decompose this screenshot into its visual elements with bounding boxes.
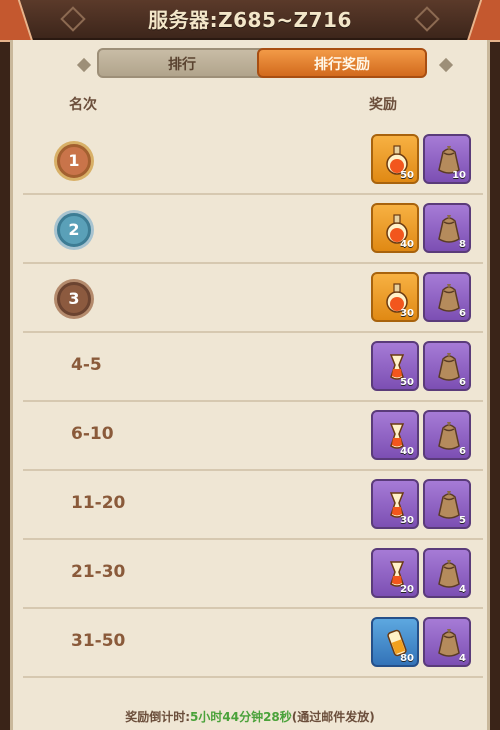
item-quantity: 80	[400, 653, 414, 664]
reward-row: 4-5 50 6	[23, 333, 483, 402]
sack-item-slot[interactable]: 6	[423, 272, 471, 322]
rank-range-label: 11-20	[71, 493, 126, 513]
item-quantity: 6	[459, 308, 466, 319]
reward-row: 1 50 10	[23, 126, 483, 195]
sack-item-slot[interactable]: 10	[423, 134, 471, 184]
item-quantity: 6	[459, 377, 466, 388]
potion-flask-item-slot[interactable]: 50	[371, 134, 419, 184]
rank-number: 3	[68, 289, 80, 308]
rank-medal-icon: 1	[57, 144, 91, 178]
item-quantity: 4	[459, 653, 466, 664]
reward-items: 80 4	[371, 617, 475, 671]
reward-items: 20 4	[371, 548, 475, 602]
reward-row: 2 40 8	[23, 195, 483, 264]
tab-ranking-rewards[interactable]: 排行奖励	[257, 48, 427, 78]
reward-items: 30 5	[371, 479, 475, 533]
item-quantity: 4	[459, 584, 466, 595]
reward-items: 50 6	[371, 341, 475, 395]
item-quantity: 6	[459, 446, 466, 457]
sack-item-slot[interactable]: 6	[423, 410, 471, 460]
reward-items: 40 8	[371, 203, 475, 257]
rank-medal-icon: 3	[57, 282, 91, 316]
column-header-reward: 奖励	[369, 97, 397, 113]
tab-bar: 排行 排行奖励	[76, 48, 454, 80]
potion-flask-item-slot[interactable]: 30	[371, 272, 419, 322]
reward-items: 50 10	[371, 134, 475, 188]
countdown-label: 奖励倒计时:	[125, 710, 191, 724]
countdown-note: (通过邮件发放)	[291, 710, 375, 724]
reward-items: 30 6	[371, 272, 475, 326]
item-quantity: 30	[400, 308, 414, 319]
potion-bottle-item-slot[interactable]: 40	[371, 410, 419, 460]
rewards-panel: 排行 排行奖励 名次 奖励 1 50 10 2 40 8 3 30 6 4-5 50 6 6-10 40 6…	[10, 40, 490, 730]
item-quantity: 10	[452, 170, 466, 181]
item-quantity: 50	[400, 170, 414, 181]
reward-list: 1 50 10 2 40 8 3 30 6 4-5 50 6 6-10 40 6 11-20 30 5 21-30 2…	[23, 126, 483, 678]
item-quantity: 40	[400, 239, 414, 250]
sack-item-slot[interactable]: 4	[423, 548, 471, 598]
reward-row: 6-10 40 6	[23, 402, 483, 471]
rank-medal-icon: 2	[57, 213, 91, 247]
potion-bottle-item-slot[interactable]: 20	[371, 548, 419, 598]
sack-item-slot[interactable]: 8	[423, 203, 471, 253]
rank-range-label: 31-50	[71, 631, 126, 651]
header-bar: 服务器:Z685~Z716	[0, 0, 500, 42]
rank-number: 2	[68, 220, 80, 239]
rank-range-label: 4-5	[71, 355, 102, 375]
potion-vial-item-slot[interactable]: 80	[371, 617, 419, 667]
item-quantity: 20	[400, 584, 414, 595]
potion-flask-item-slot[interactable]: 40	[371, 203, 419, 253]
sack-item-slot[interactable]: 4	[423, 617, 471, 667]
item-quantity: 8	[459, 239, 466, 250]
column-header-rank: 名次	[69, 97, 97, 113]
reward-row: 21-30 20 4	[23, 540, 483, 609]
countdown-footer: 奖励倒计时:5小时44分钟28秒(通过邮件发放)	[13, 708, 487, 725]
tab-ornament-left	[76, 57, 92, 73]
reward-row: 11-20 30 5	[23, 471, 483, 540]
reward-items: 40 6	[371, 410, 475, 464]
countdown-time: 5小时44分钟28秒	[190, 710, 292, 724]
reward-row: 31-50 80 4	[23, 609, 483, 678]
reward-row: 3 30 6	[23, 264, 483, 333]
rank-number: 1	[68, 151, 80, 170]
tab-ranking[interactable]: 排行	[97, 48, 267, 78]
potion-bottle-item-slot[interactable]: 30	[371, 479, 419, 529]
sack-item-slot[interactable]: 6	[423, 341, 471, 391]
sack-item-slot[interactable]: 5	[423, 479, 471, 529]
rank-range-label: 21-30	[71, 562, 126, 582]
item-quantity: 30	[400, 515, 414, 526]
item-quantity: 50	[400, 377, 414, 388]
potion-bottle-item-slot[interactable]: 50	[371, 341, 419, 391]
item-quantity: 5	[459, 515, 466, 526]
item-quantity: 40	[400, 446, 414, 457]
rank-range-label: 6-10	[71, 424, 114, 444]
tab-ornament-right	[438, 57, 454, 73]
